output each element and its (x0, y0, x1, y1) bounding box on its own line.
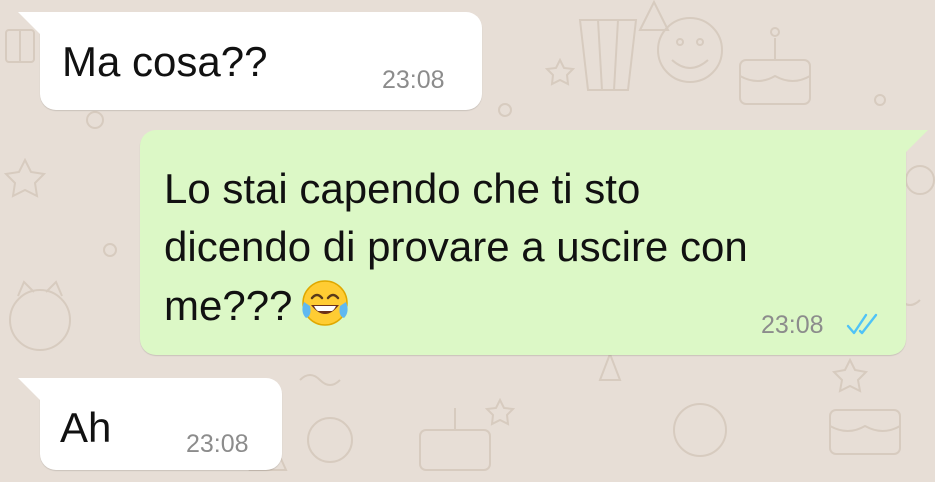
message-line: Lo stai capendo che ti sto (164, 165, 641, 212)
message-timestamp: 23:08 (382, 66, 445, 94)
face-with-tears-of-joy-emoji (302, 280, 349, 326)
bubble-tail (906, 130, 928, 152)
message-timestamp: 23:08 (761, 311, 824, 339)
message-timestamp: 23:08 (186, 430, 249, 458)
message-line-text: me??? (164, 282, 293, 329)
message-text: Lo stai capendo che ti sto dicendo di pr… (164, 160, 884, 335)
message-text: Ma cosa?? (62, 38, 268, 85)
message-line: dicendo di provare a uscire con (164, 223, 748, 270)
message-text: Ah (60, 404, 112, 451)
incoming-message[interactable]: Ah 23:08 (18, 378, 282, 470)
incoming-message[interactable]: Ma cosa?? 23:08 (18, 12, 482, 110)
bubble-tail (18, 378, 40, 400)
double-check-icon (846, 313, 878, 335)
outgoing-message[interactable]: Lo stai capendo che ti sto dicendo di pr… (140, 130, 928, 355)
bubble-tail (18, 12, 40, 34)
